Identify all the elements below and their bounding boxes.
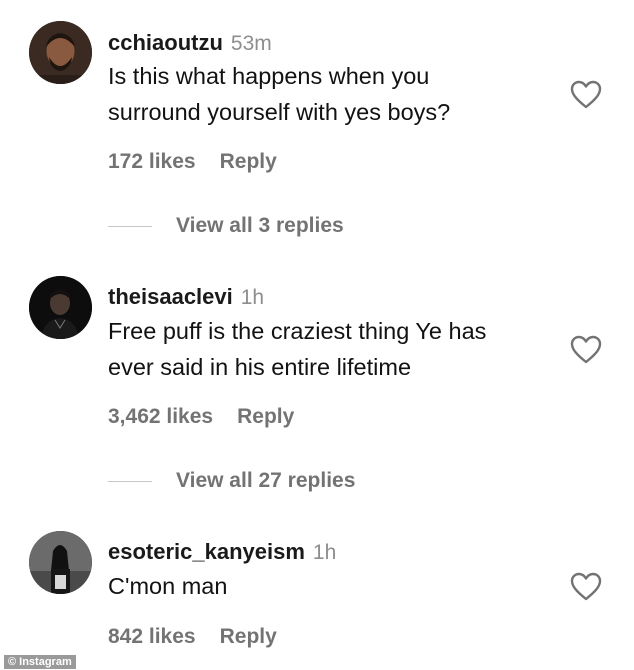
comment-text-line: surround yourself with yes boys? xyxy=(108,99,451,125)
avatar[interactable] xyxy=(29,21,92,84)
timestamp: 1h xyxy=(240,286,265,309)
man-portrait-icon xyxy=(29,21,92,84)
reply-button[interactable]: Reply xyxy=(220,625,277,648)
heart-icon[interactable] xyxy=(570,335,602,365)
comment-text: Free puff is the craziest thing Ye has e… xyxy=(108,313,558,385)
username[interactable]: esoteric_kanyeism xyxy=(108,539,305,564)
comment-text: Is this what happens when you surround y… xyxy=(108,58,558,130)
comment-meta: 3,462 likes Reply xyxy=(108,405,294,429)
comment-text-line: ever said in his entire lifetime xyxy=(108,354,412,380)
avatar[interactable] xyxy=(29,276,92,339)
reply-button[interactable]: Reply xyxy=(237,405,294,428)
comment-text: C'mon man xyxy=(108,568,558,604)
username[interactable]: theisaaclevi xyxy=(108,284,233,309)
dark-portrait-icon xyxy=(29,276,92,339)
username[interactable]: cchiaoutzu xyxy=(108,30,223,55)
like-count[interactable]: 842 likes xyxy=(108,625,196,648)
comment-text-line: Free puff is the craziest thing Ye has xyxy=(108,318,487,344)
divider-line xyxy=(108,480,152,482)
comment-text-line: Is this what happens when you xyxy=(108,63,430,89)
hooded-figure-icon xyxy=(29,531,92,594)
timestamp: 1h xyxy=(312,541,337,564)
like-count[interactable]: 172 likes xyxy=(108,150,196,173)
timestamp: 53m xyxy=(230,32,272,55)
heart-icon[interactable] xyxy=(570,572,602,602)
like-count[interactable]: 3,462 likes xyxy=(108,405,213,428)
comment-meta: 172 likes Reply xyxy=(108,150,277,174)
comment-text-line: C'mon man xyxy=(108,573,228,599)
heart-icon[interactable] xyxy=(570,80,602,110)
view-replies-label: View all 3 replies xyxy=(176,214,344,237)
avatar[interactable] xyxy=(29,531,92,594)
watermark: © Instagram xyxy=(4,655,76,669)
divider-line xyxy=(108,225,152,227)
view-replies-button[interactable]: View all 3 replies xyxy=(108,214,344,240)
view-replies-button[interactable]: View all 27 replies xyxy=(108,469,355,495)
comment-meta: 842 likes Reply xyxy=(108,625,277,649)
reply-button[interactable]: Reply xyxy=(220,150,277,173)
view-replies-label: View all 27 replies xyxy=(176,469,356,492)
